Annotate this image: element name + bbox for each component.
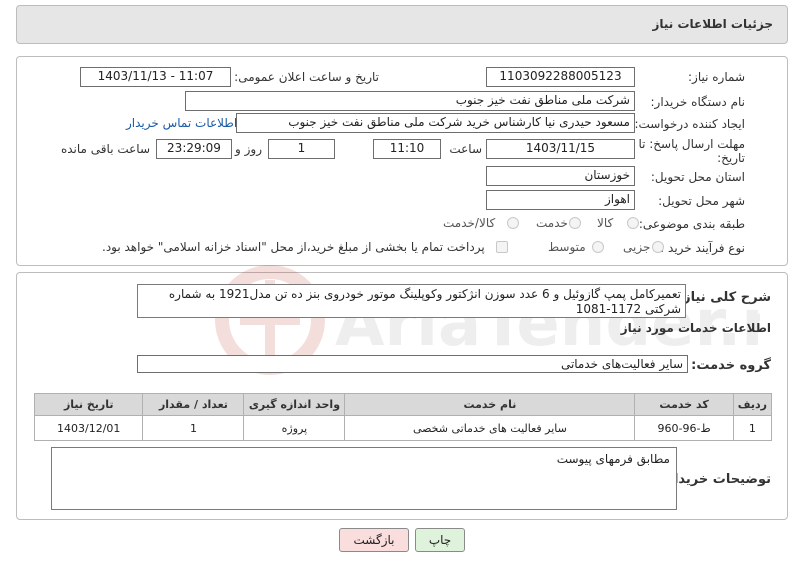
summary-label: شرح کلی نیاز: [677, 290, 771, 305]
col-service-name: نام خدمت [344, 393, 636, 416]
creator-field[interactable]: مسعود حیدری نیا کارشناس خرید شرکت ملی من… [236, 113, 635, 133]
col-row-no: ردیف [732, 393, 773, 416]
cell-quantity: 1 [142, 415, 245, 441]
process-partial-radio[interactable] [652, 241, 664, 253]
cell-unit: پروژه [243, 415, 346, 441]
deadline-label: مهلت ارسال پاسخ: تا [638, 137, 745, 151]
need-number-field[interactable]: 1103092288005123 [486, 67, 635, 87]
treasury-note: پرداخت تمام یا بخشی از مبلغ خرید،از محل … [102, 240, 485, 254]
table-header-row: ردیف کد خدمت نام خدمت واحد اندازه گیری ت… [33, 393, 773, 416]
deadline-time-field[interactable]: 11:10 [373, 139, 441, 159]
category-service-label: خدمت [536, 216, 568, 230]
services-title: اطلاعات خدمات مورد نیاز [620, 321, 771, 335]
province-label: استان محل تحویل: [650, 170, 745, 184]
service-group-field[interactable]: سایر فعالیت‌های خدماتی [137, 355, 688, 373]
need-number-label: شماره نیاز: [688, 70, 745, 84]
deadline-date-field[interactable]: 1403/11/15 [486, 139, 635, 159]
process-label: نوع فرآیند خرید : [660, 241, 745, 255]
category-goods-radio[interactable] [627, 217, 639, 229]
city-field[interactable]: اهواز [486, 190, 635, 210]
table-row: 1 ط-96-960 سایر فعالیت های خدماتی شخصی پ… [33, 415, 773, 441]
deadline-time-label: ساعت [449, 142, 482, 156]
category-service-radio[interactable] [569, 217, 581, 229]
cell-service-name: سایر فعالیت های خدماتی شخصی [344, 415, 636, 441]
remaining-days-field[interactable]: 1 [268, 139, 335, 159]
summary-textarea[interactable]: تعمیرکامل پمپ گازوئیل و 6 عدد سوزن انژکت… [137, 284, 686, 318]
buyer-org-label: نام دستگاه خریدار: [650, 95, 746, 109]
buyer-contact-link[interactable]: اطلاعات تماس خریدار [126, 116, 237, 130]
buyer-org-field[interactable]: شرکت ملی مناطق نفت خیز جنوب [185, 91, 635, 111]
col-service-code: کد خدمت [634, 393, 734, 416]
process-medium-radio[interactable] [592, 241, 604, 253]
service-group-label: گروه خدمت: [691, 358, 771, 373]
announce-datetime-field[interactable]: 1403/11/13 - 11:07 [80, 67, 231, 87]
deadline-date-label: تاریخ: [717, 151, 745, 165]
col-need-date: تاریخ نیاز [33, 393, 144, 416]
buyer-notes-textarea[interactable]: مطابق فرمهای پیوست [51, 447, 677, 510]
province-field[interactable]: خوزستان [486, 166, 635, 186]
category-label: طبقه بندی موضوعی: [638, 217, 745, 231]
col-unit: واحد اندازه گیری [243, 393, 346, 416]
buyer-notes-text: مطابق فرمهای پیوست [556, 452, 670, 466]
remaining-time-field[interactable]: 23:29:09 [156, 139, 232, 159]
buyer-notes-label: توضیحات خریدار: [661, 472, 771, 487]
cell-service-code: ط-96-960 [634, 415, 734, 441]
page-header: جزئیات اطلاعات نیاز [16, 5, 788, 44]
col-quantity: تعداد / مقدار [142, 393, 245, 416]
days-label: روز و [235, 142, 262, 156]
category-goods-service-radio[interactable] [507, 217, 519, 229]
summary-text: تعمیرکامل پمپ گازوئیل و 6 عدد سوزن انژکت… [168, 287, 681, 316]
announce-label: تاریخ و ساعت اعلان عمومی: [234, 70, 379, 84]
process-medium-label: متوسط [548, 240, 586, 254]
cell-need-date: 1403/12/01 [33, 415, 144, 441]
treasury-checkbox[interactable] [496, 241, 508, 253]
print-button[interactable]: چاپ [415, 528, 465, 552]
city-label: شهر محل تحویل: [658, 194, 745, 208]
page-title: جزئیات اطلاعات نیاز [652, 17, 773, 31]
category-goods-service-label: کالا/خدمت [443, 216, 496, 230]
remaining-label: ساعت باقی مانده [60, 142, 150, 156]
creator-label: ایجاد کننده درخواست: [634, 117, 745, 131]
cell-row-no: 1 [732, 415, 773, 441]
back-button[interactable]: بازگشت [339, 528, 409, 552]
info-panel [16, 56, 788, 266]
process-partial-label: جزیی [623, 240, 651, 254]
category-goods-label: کالا [597, 216, 614, 230]
services-table: ردیف کد خدمت نام خدمت واحد اندازه گیری ت… [33, 393, 773, 441]
